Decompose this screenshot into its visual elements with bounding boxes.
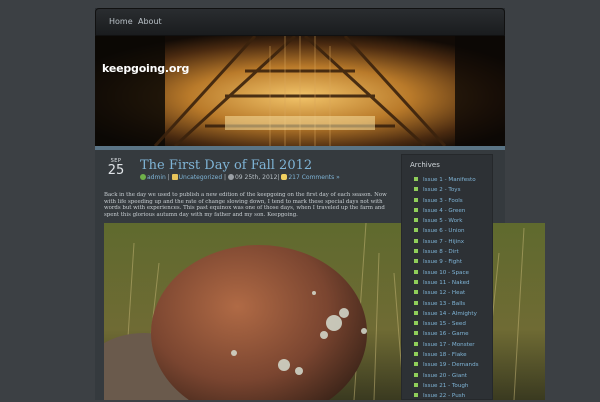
bullet-icon: [414, 218, 418, 223]
post-meta: admin | Uncategorized | 09 25th, 2012| 2…: [140, 174, 340, 181]
post-date-text: 09 25th, 2012: [234, 174, 278, 181]
post-category-link[interactable]: Uncategorized: [179, 174, 222, 181]
archive-item[interactable]: Issue 16 - Game: [414, 329, 479, 339]
archive-item[interactable]: Issue 17 - Monster: [414, 340, 479, 350]
bullet-icon: [414, 177, 418, 181]
bullet-icon: [414, 187, 418, 192]
bullet-icon: [414, 238, 418, 243]
bullet-icon: [414, 362, 418, 367]
bullet-icon: [414, 372, 418, 377]
bullet-icon: [414, 341, 418, 346]
bullet-icon: [414, 207, 418, 212]
post-title-link[interactable]: The First Day of Fall 2012: [140, 158, 312, 173]
site-logo[interactable]: keepgoing.org: [102, 62, 189, 75]
post-date-day: 25: [107, 163, 125, 178]
post-date-badge: SEP 25: [104, 158, 128, 180]
archives-heading: Archives: [410, 161, 440, 169]
archive-item[interactable]: Issue 15 - Seed: [414, 319, 479, 329]
archive-item[interactable]: Issue 10 - Space: [414, 268, 479, 278]
barn-header-image: [95, 36, 505, 146]
bullet-icon: [414, 279, 418, 284]
author-icon: [140, 174, 146, 180]
clock-icon: [227, 174, 234, 180]
bullet-icon: [414, 300, 418, 305]
bullet-icon: [414, 228, 418, 233]
archive-item[interactable]: Issue 2 - Toys: [414, 185, 479, 195]
archive-item[interactable]: Issue 11 - Naked: [414, 278, 479, 288]
bullet-icon: [414, 310, 418, 315]
archives-list: Issue 1 - Manifesto Issue 2 - Toys Issue…: [414, 175, 479, 402]
folder-icon: [171, 174, 178, 180]
bullet-icon: [414, 352, 418, 357]
bullet-icon: [414, 249, 418, 254]
bullet-icon: [414, 290, 418, 295]
archive-item[interactable]: Issue 4 - Green: [414, 206, 479, 216]
nav-home-link[interactable]: Home: [109, 17, 133, 26]
site-header-banner: keepgoing.org: [95, 36, 505, 146]
archive-item[interactable]: Issue 8 - Dirt: [414, 247, 479, 257]
archive-item[interactable]: Issue 9 - Fight: [414, 257, 479, 267]
bullet-icon: [414, 197, 418, 202]
archive-item[interactable]: Issue 3 - Fools: [414, 196, 479, 206]
bullet-icon: [414, 382, 418, 387]
archive-item[interactable]: Issue 7 - Hijinx: [414, 237, 479, 247]
post-comments-link[interactable]: 217 Comments »: [288, 174, 339, 181]
comment-icon: [281, 174, 288, 180]
post-body-text: Back in the day we used to publish a new…: [104, 192, 387, 218]
top-navigation: Home About: [95, 8, 505, 36]
post-author-link[interactable]: admin: [147, 174, 166, 181]
bullet-icon: [414, 269, 418, 274]
archive-item[interactable]: Issue 21 - Tough: [414, 381, 479, 391]
archive-item[interactable]: Issue 13 - Balls: [414, 299, 479, 309]
bullet-icon: [414, 393, 418, 398]
archive-item[interactable]: Issue 19 - Demands: [414, 360, 479, 370]
archive-item[interactable]: Issue 1 - Manifesto: [414, 175, 479, 185]
sidebar-archives: Archives Issue 1 - Manifesto Issue 2 - T…: [401, 154, 493, 400]
archive-item[interactable]: Issue 12 - Heat: [414, 288, 479, 298]
nav-about-link[interactable]: About: [138, 17, 162, 26]
archive-item[interactable]: Issue 18 - Flake: [414, 350, 479, 360]
archive-item[interactable]: Issue 14 - Almighty: [414, 309, 479, 319]
archive-item[interactable]: Issue 5 - Work: [414, 216, 479, 226]
archive-item[interactable]: Issue 20 - Giant: [414, 371, 479, 381]
bullet-icon: [414, 331, 418, 336]
bullet-icon: [414, 259, 418, 264]
bullet-icon: [414, 321, 418, 326]
archive-item[interactable]: Issue 6 - Union: [414, 226, 479, 236]
